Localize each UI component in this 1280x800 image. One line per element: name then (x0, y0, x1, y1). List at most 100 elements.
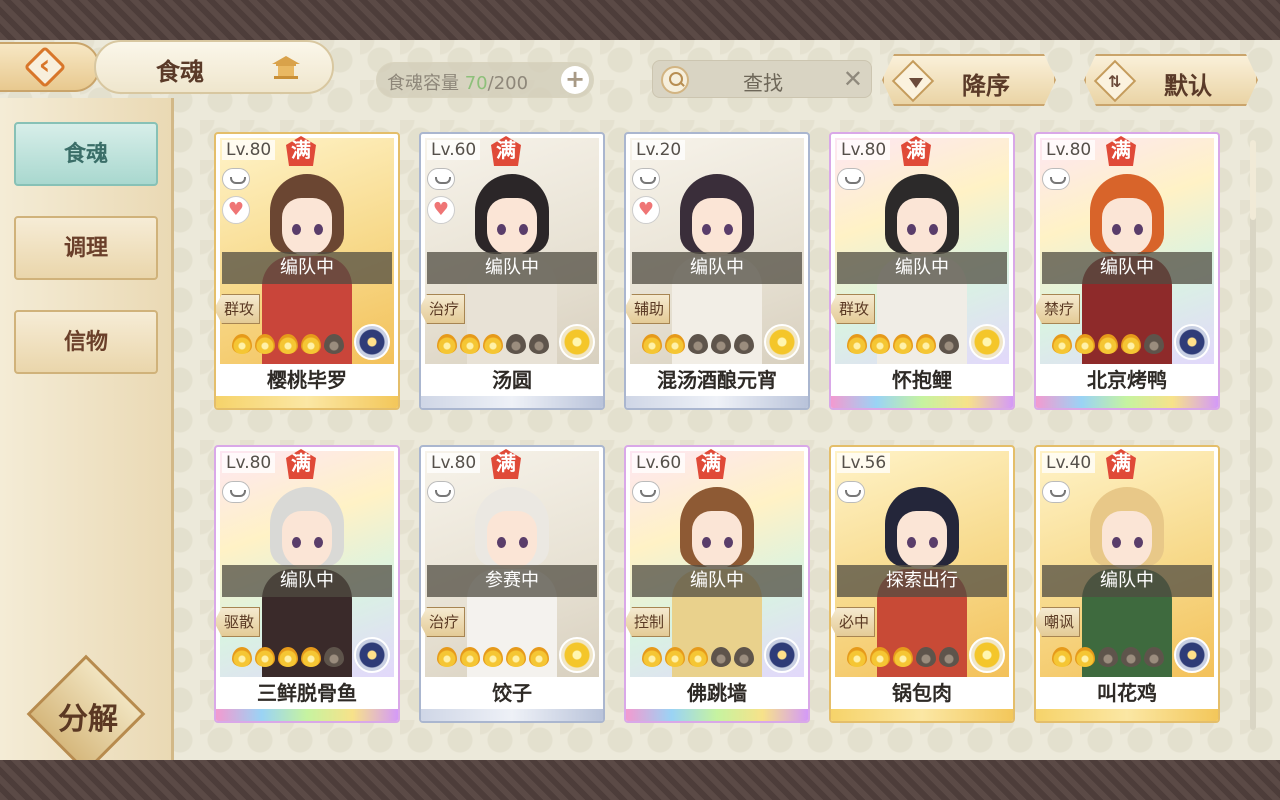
character-face (897, 511, 947, 569)
star-rating (232, 334, 347, 356)
flame-star-icon (1098, 334, 1118, 354)
card-name: 怀抱鲤 (892, 368, 952, 392)
card-status: 编队中 (837, 252, 1007, 284)
character-face (897, 198, 947, 256)
tab-tokens[interactable]: 信物 (14, 310, 158, 374)
sort-default-label: 默认 (1164, 72, 1212, 100)
star-rating (642, 647, 757, 669)
search-bar[interactable]: 查找 ✕ (652, 60, 872, 98)
card-name: 汤圆 (492, 368, 532, 392)
element-flower-icon (354, 637, 390, 673)
star-rating (1052, 334, 1167, 356)
flame-star-icon (870, 647, 890, 667)
flame-star-icon (665, 647, 685, 667)
character-eye (907, 537, 916, 548)
flame-star-icon (1144, 647, 1164, 667)
card-status: 编队中 (1042, 252, 1212, 284)
card-status: 编队中 (632, 252, 802, 284)
food-soul-card[interactable]: Lv.40 满 编队中 嘲讽 叫花鸡 (1034, 445, 1220, 723)
food-soul-card[interactable]: Lv.60 满 ♥ 编队中 治疗 汤圆 (419, 132, 605, 410)
rarity-strip (831, 396, 1013, 408)
character-eye (292, 537, 301, 548)
card-name: 佛跳墙 (687, 681, 747, 705)
food-soul-card[interactable]: Lv.80 满 编队中 群攻 怀抱鲤 (829, 132, 1015, 410)
flame-star-icon (324, 334, 344, 354)
character-eye (1112, 224, 1121, 235)
food-soul-card[interactable]: Lv.80 满 编队中 禁疗 北京烤鸭 (1034, 132, 1220, 410)
heart-icon: ♥ (632, 196, 660, 224)
food-soul-card[interactable]: Lv.56 探索出行 必中 锅包肉 (829, 445, 1015, 723)
flame-star-icon (278, 647, 298, 667)
character-eye (1134, 537, 1143, 548)
tab-cooking[interactable]: 调理 (14, 216, 158, 280)
rarity-strip (626, 709, 808, 721)
card-name: 樱桃毕罗 (267, 368, 347, 392)
character-eye (702, 537, 711, 548)
flame-star-icon (642, 647, 662, 667)
element-flower-icon (969, 324, 1005, 360)
character-face (692, 511, 742, 569)
food-soul-grid: Lv.80 满 ♥ 编队中 群攻 樱桃毕罗 Lv.60 满 ♥ 编队中 治疗 汤… (214, 132, 1224, 732)
bowl-icon (222, 481, 250, 503)
card-role-tag: 驱散 (216, 607, 260, 637)
rarity-strip (421, 396, 603, 408)
food-soul-card[interactable]: Lv.80 满 编队中 驱散 三鲜脱骨鱼 (214, 445, 400, 723)
food-soul-card[interactable]: Lv.80 满 参赛中 治疗 饺子 (419, 445, 605, 723)
character-eye (929, 537, 938, 548)
flame-star-icon (460, 647, 480, 667)
flame-star-icon (893, 647, 913, 667)
sort-default-button[interactable]: ⇅ 默认 (1084, 54, 1258, 106)
expand-capacity-button[interactable]: + (561, 66, 589, 94)
flame-star-icon (847, 334, 867, 354)
flame-star-icon (255, 647, 275, 667)
flame-star-icon (529, 647, 549, 667)
food-soul-card[interactable]: Lv.20 ♥ 编队中 辅助 混汤酒酿元宵 (624, 132, 810, 410)
bowl-icon (632, 481, 660, 503)
tab-food-souls[interactable]: 食魂 (14, 122, 158, 186)
flame-star-icon (1052, 647, 1072, 667)
card-level: Lv.80 (222, 140, 276, 160)
card-role-tag: 群攻 (216, 294, 260, 324)
element-flower-icon (1174, 324, 1210, 360)
star-rating (847, 334, 962, 356)
card-name: 北京烤鸭 (1087, 368, 1167, 392)
bowl-icon (222, 168, 250, 190)
scrollbar[interactable] (1250, 140, 1256, 730)
sort-descending-button[interactable]: 降序 (882, 54, 1056, 106)
rarity-strip (216, 396, 398, 408)
card-level: Lv.80 (1042, 140, 1096, 160)
star-rating (437, 647, 552, 669)
card-level: Lv.60 (427, 140, 481, 160)
food-soul-card[interactable]: Lv.60 满 编队中 控制 佛跳墙 (624, 445, 810, 723)
flame-star-icon (711, 334, 731, 354)
flame-star-icon (232, 334, 252, 354)
capacity-current: 70 (464, 73, 488, 94)
flame-star-icon (916, 647, 936, 667)
rarity-strip (1036, 396, 1218, 408)
clear-icon[interactable]: ✕ (843, 65, 863, 93)
star-rating (437, 334, 552, 356)
back-button[interactable] (0, 42, 100, 92)
food-soul-card[interactable]: Lv.80 满 ♥ 编队中 群攻 樱桃毕罗 (214, 132, 400, 410)
capacity-max: /200 (487, 73, 529, 94)
card-role-tag: 禁疗 (1036, 294, 1080, 324)
flame-star-icon (1121, 334, 1141, 354)
flame-star-icon (483, 334, 503, 354)
card-status: 编队中 (427, 252, 597, 284)
flame-star-icon (916, 334, 936, 354)
character-eye (724, 537, 733, 548)
flame-star-icon (665, 334, 685, 354)
character-eye (497, 224, 506, 235)
rarity-strip (831, 709, 1013, 721)
element-flower-icon (764, 637, 800, 673)
flame-star-icon (301, 334, 321, 354)
card-status: 编队中 (632, 565, 802, 597)
card-name: 混汤酒酿元宵 (657, 368, 777, 392)
bowl-icon (837, 168, 865, 190)
scrollbar-thumb[interactable] (1250, 140, 1256, 220)
flame-star-icon (847, 647, 867, 667)
card-name: 三鲜脱骨鱼 (257, 681, 357, 705)
card-status: 探索出行 (837, 565, 1007, 597)
character-eye (724, 224, 733, 235)
card-name: 锅包肉 (892, 681, 952, 705)
